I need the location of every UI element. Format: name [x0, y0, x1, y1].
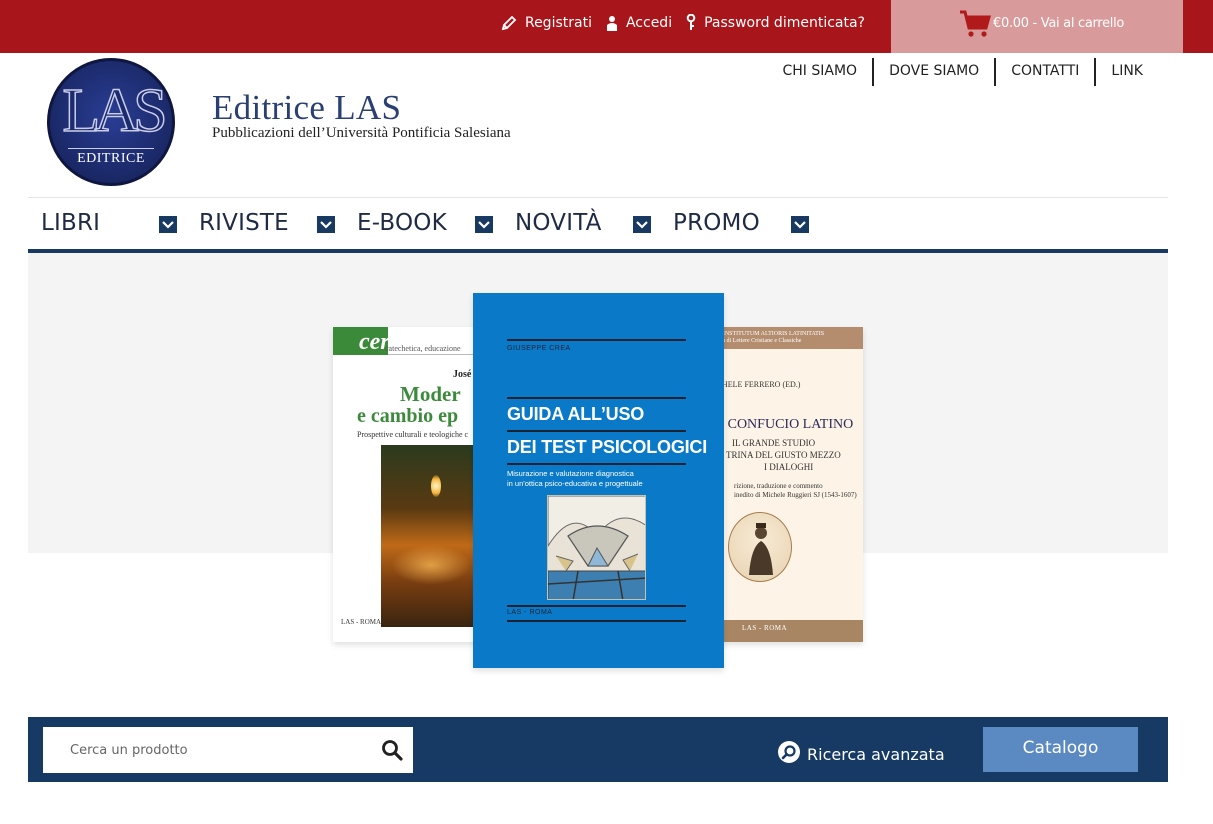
top-links: Registrati Accedi Password dimenticata?: [501, 0, 865, 45]
cover-rule: [507, 430, 686, 432]
nav-item-riviste[interactable]: RIVISTE: [199, 208, 289, 238]
util-nav-contatti[interactable]: CONTATTI: [994, 58, 1094, 86]
chevron-down-icon[interactable]: [317, 216, 335, 233]
advanced-search-label: Ricerca avanzata: [807, 745, 945, 764]
series-line-1: M INSTITUTUM ALTIORIS LATINITATIS: [716, 331, 825, 337]
book-title-line1: GUIDA ALL’USO: [507, 404, 645, 424]
book-subtitle: Prospettive culturali e teologiche c: [357, 430, 469, 439]
book-subtitle-line2: TRINA DEL GIUSTO MEZZO: [726, 450, 841, 460]
book-author: GIUSEPPE CREA: [507, 345, 571, 352]
catalog-button[interactable]: Catalogo: [983, 727, 1138, 772]
book-cover-right[interactable]: M INSTITUTUM ALTIORIS LATINITATIS oltà d…: [714, 327, 863, 642]
book-cover-center[interactable]: GIUSEPPE CREA GUIDA ALL’USO DEI TEST PSI…: [473, 293, 724, 668]
login-link[interactable]: Accedi: [606, 15, 672, 31]
book-note-line1: rizione, traduzione e commento: [734, 482, 823, 490]
book-subtitle-line3: I DIALOGHI: [764, 462, 814, 472]
chevron-down-icon[interactable]: [159, 216, 177, 233]
forgot-password-link[interactable]: Password dimenticata?: [686, 14, 865, 31]
util-nav-chi-siamo[interactable]: CHI SIAMO: [767, 58, 872, 86]
register-link[interactable]: Registrati: [501, 15, 592, 31]
book-subtitle-line1: Misurazione e valutazione diagnostica: [507, 469, 634, 478]
search-icon[interactable]: [380, 738, 404, 762]
candle-glow: [391, 545, 471, 585]
advanced-search-link[interactable]: Ricerca avanzata: [777, 740, 945, 769]
cover-rule: [507, 620, 686, 622]
login-label: Accedi: [625, 14, 673, 31]
book-publisher: LAS - ROMA: [742, 624, 788, 632]
chevron-down-icon[interactable]: [791, 216, 809, 233]
book-title-line1: Moder: [400, 382, 461, 406]
portrait-medallion: [728, 512, 792, 582]
portrait-figure: [749, 523, 773, 575]
book-publisher: LAS - ROMA: [507, 609, 553, 616]
util-nav-link[interactable]: LINK: [1094, 58, 1158, 86]
book-title-line2: DEI TEST PSICOLOGICI: [507, 437, 708, 457]
cart-icon: [959, 10, 991, 43]
book-subtitle-line1: IL GRANDE STUDIO: [732, 438, 816, 448]
nav-label-ebook: E-BOOK: [357, 210, 447, 236]
series-name: catechetica, educazione: [385, 344, 461, 353]
site-title[interactable]: Editrice LAS: [212, 88, 401, 128]
cover-rule: [507, 605, 686, 607]
book-cover-left[interactable]: cer catechetica, educazione José Moder e…: [333, 327, 483, 642]
stained-glass-artwork: [547, 495, 646, 600]
search-input[interactable]: [43, 727, 413, 773]
las-logo[interactable]: LAS EDITRICE: [47, 58, 175, 186]
pencil-icon: [501, 15, 517, 31]
nav-item-libri[interactable]: LIBRI: [41, 208, 100, 238]
logo-subtext: EDITRICE: [77, 151, 145, 166]
util-nav-dove-siamo[interactable]: DOVE SIAMO: [872, 58, 994, 86]
nav-label-libri: LIBRI: [41, 210, 101, 236]
book-title: O CONFUCIO LATINO: [714, 417, 854, 432]
nav-item-novita[interactable]: NOVITÀ: [515, 208, 602, 238]
book-title-line2: e cambio ep: [357, 405, 459, 427]
nav-item-ebook[interactable]: E-BOOK: [357, 208, 447, 238]
cart-label: €0.00 - Vai al carrello: [993, 16, 1125, 31]
book-note-line2: inedito di Michele Ruggieri SJ (1543-160…: [734, 491, 857, 499]
main-nav: LIBRI RIVISTE E-BOOK NOVITÀ PROMO: [28, 198, 1168, 250]
candle-flame: [431, 475, 441, 497]
book-subtitle-line2: in un'ottica psico-educativa e progettua…: [507, 479, 643, 488]
chevron-down-icon[interactable]: [475, 216, 493, 233]
book-publisher: LAS - ROMA: [341, 618, 382, 626]
series-name: M INSTITUTUM ALTIORIS LATINITATIS oltà d…: [716, 331, 824, 345]
cover-photo: [381, 445, 483, 627]
publisher-band: [714, 620, 863, 642]
book-author: José: [453, 369, 472, 380]
nav-label-novita: NOVITÀ: [515, 210, 602, 236]
advanced-search-icon: [777, 740, 801, 769]
nav-item-promo[interactable]: PROMO: [673, 208, 760, 238]
cover-rule: [507, 463, 686, 465]
cover-rule: [507, 397, 686, 399]
logo-divider: [68, 148, 154, 149]
book-author: ICHELE FERRERO (ED.): [714, 380, 801, 389]
chevron-down-icon[interactable]: [633, 216, 651, 233]
user-icon: [606, 15, 618, 31]
utility-nav: CHI SIAMO DOVE SIAMO CONTATTI LINK: [767, 58, 1158, 86]
logo-mark: LAS: [62, 76, 169, 146]
register-label: Registrati: [524, 14, 592, 31]
key-icon: [686, 14, 696, 31]
nav-label-riviste: RIVISTE: [199, 210, 289, 236]
series-line-2: oltà di Lettere Cristiane e Classiche: [716, 338, 802, 344]
cover-rule: [507, 339, 686, 341]
cart-button[interactable]: €0.00 - Vai al carrello: [891, 0, 1183, 53]
nav-label-promo: PROMO: [673, 210, 760, 236]
forgot-password-label: Password dimenticata?: [704, 14, 865, 31]
site-subtitle: Pubblicazioni dell’Università Pontificia…: [212, 125, 511, 141]
